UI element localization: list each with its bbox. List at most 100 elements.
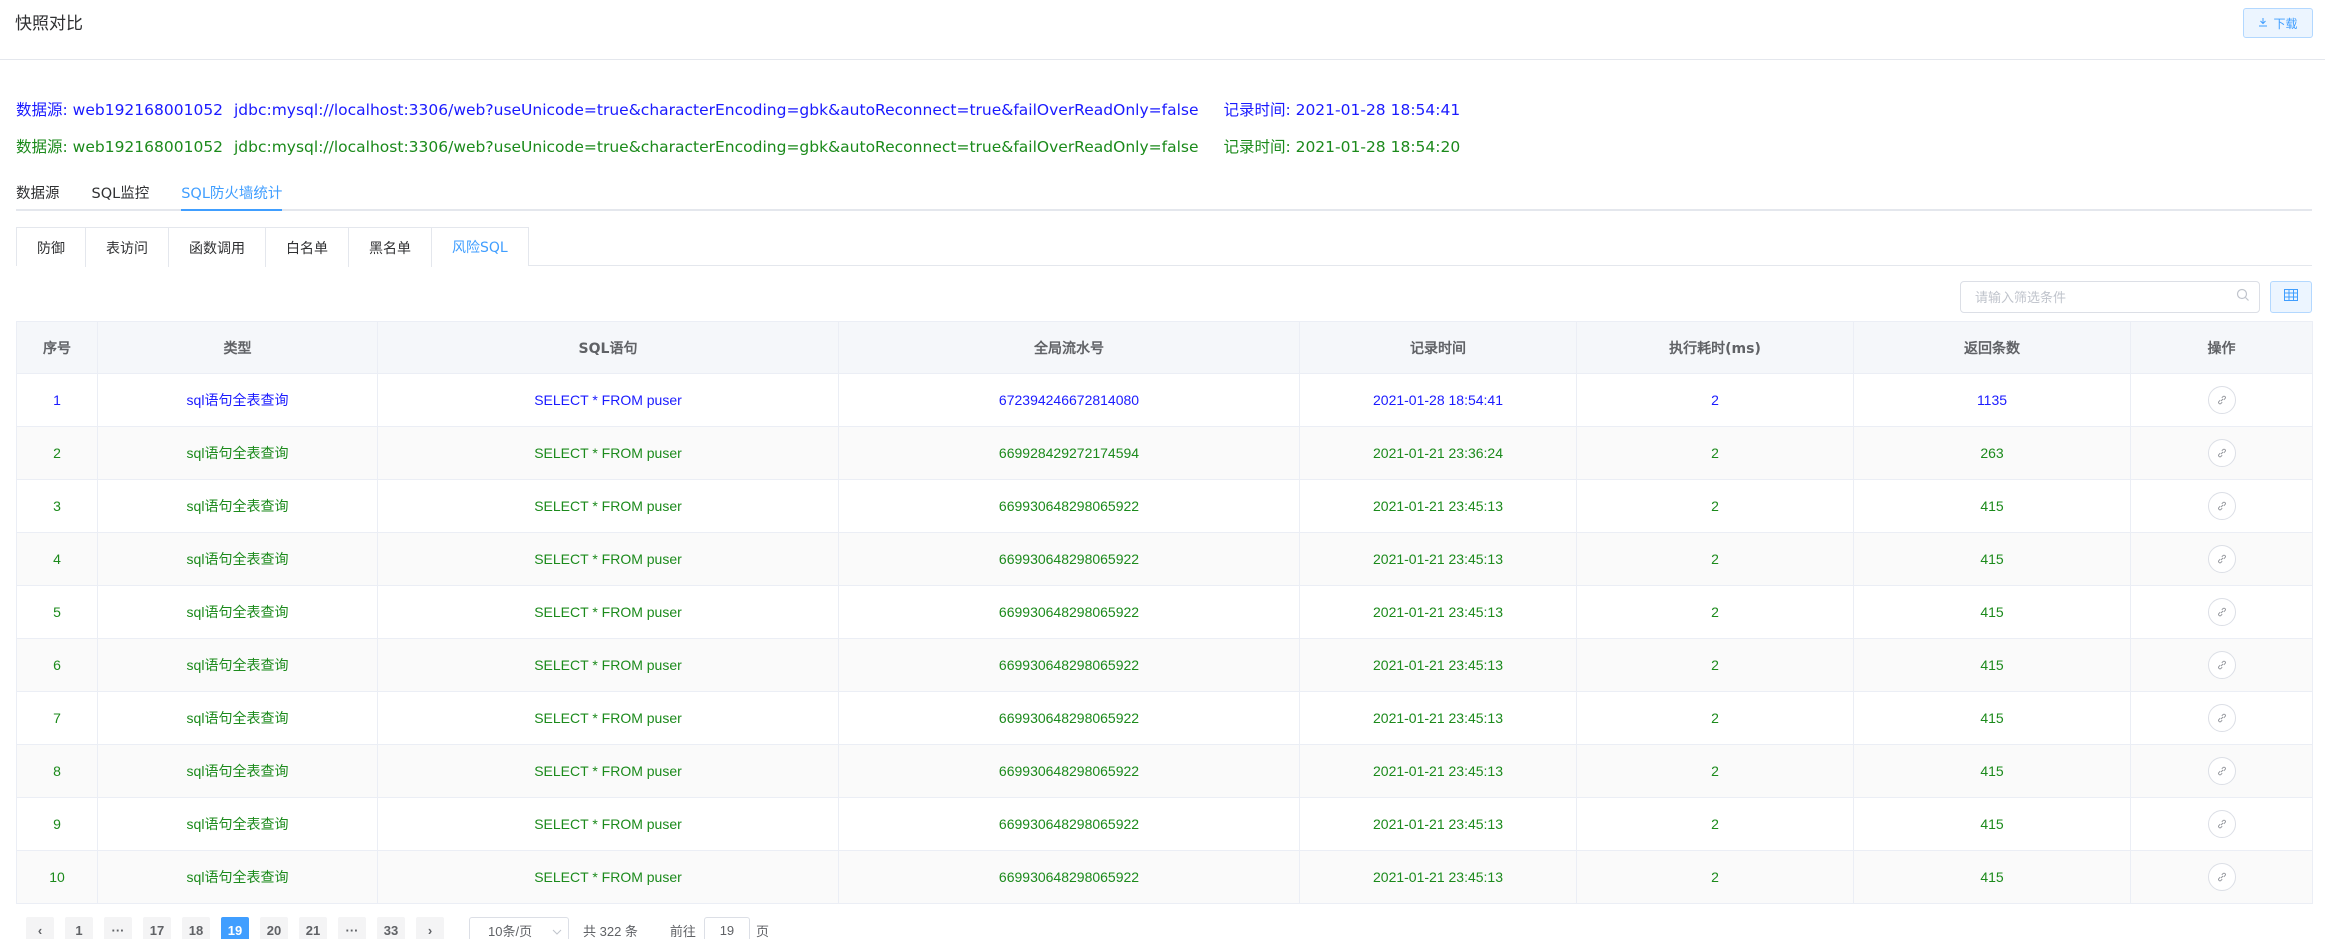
- link-button[interactable]: [2207, 704, 2236, 732]
- row-duration: 2: [1576, 744, 1854, 798]
- row-time: 2021-01-21 23:45:13: [1299, 797, 1577, 851]
- link-button[interactable]: [2207, 810, 2236, 838]
- subtab-function-call[interactable]: 函数调用: [169, 228, 266, 267]
- row-serial: 669930648298065922: [838, 850, 1300, 904]
- pagination: ‹ 1 ··· 17 18 19 20 21 ··· 33 › 10条/页 共 …: [26, 917, 769, 939]
- subtab-blacklist[interactable]: 黑名单: [349, 228, 432, 267]
- page-ellipsis[interactable]: ···: [104, 917, 132, 939]
- row-sql: SELECT * FROM puser: [377, 744, 839, 798]
- link-button[interactable]: [2207, 651, 2236, 679]
- row-time: 2021-01-21 23:45:13: [1299, 479, 1577, 533]
- row-actions: [2130, 638, 2313, 692]
- download-button[interactable]: 下载: [2243, 8, 2313, 38]
- row-type: sql语句全表查询: [97, 850, 378, 904]
- row-serial: 669930648298065922: [838, 691, 1300, 745]
- page-button[interactable]: 33: [377, 917, 405, 939]
- datasource-url: jdbc:mysql://localhost:3306/web?useUnico…: [233, 138, 1199, 156]
- column-header[interactable]: 记录时间: [1299, 321, 1577, 374]
- link-icon: [2217, 392, 2227, 408]
- chevron-down-icon: [552, 923, 562, 938]
- row-index: 9: [16, 797, 98, 851]
- record-time: 记录时间: 2021-01-28 18:54:41: [1223, 101, 1461, 119]
- row-index: 5: [16, 585, 98, 639]
- row-index: 4: [16, 532, 98, 586]
- column-header[interactable]: 执行耗时(ms): [1576, 321, 1854, 374]
- link-icon: [2217, 816, 2227, 832]
- page-ellipsis[interactable]: ···: [338, 917, 366, 939]
- page-button[interactable]: 18: [182, 917, 210, 939]
- link-icon: [2217, 763, 2227, 779]
- subtab-whitelist[interactable]: 白名单: [266, 228, 349, 267]
- row-type: sql语句全表查询: [97, 373, 378, 427]
- table-row: 5 sql语句全表查询 SELECT * FROM puser 66993064829…: [16, 585, 2313, 639]
- tab-datasource[interactable]: 数据源: [16, 176, 60, 211]
- search-icon: [2236, 288, 2252, 304]
- link-button[interactable]: [2207, 598, 2236, 626]
- download-icon: [2258, 16, 2268, 30]
- page-size-select[interactable]: 10条/页: [469, 917, 569, 939]
- column-header[interactable]: SQL语句: [377, 321, 839, 374]
- page-button[interactable]: 1: [65, 917, 93, 939]
- row-index: 3: [16, 479, 98, 533]
- row-serial: 669930648298065922: [838, 585, 1300, 639]
- tab-sql-monitor[interactable]: SQL监控: [92, 176, 150, 211]
- datasource-prefix: 数据源: web192168001052: [16, 101, 224, 119]
- prev-page-button[interactable]: ‹: [26, 917, 54, 939]
- link-button[interactable]: [2207, 863, 2236, 891]
- next-page-button[interactable]: ›: [416, 917, 444, 939]
- row-time: 2021-01-21 23:45:13: [1299, 744, 1577, 798]
- page-button[interactable]: 17: [143, 917, 171, 939]
- row-serial: 672394246672814080: [838, 373, 1300, 427]
- goto-label: 前往: [669, 923, 696, 939]
- column-header[interactable]: 类型: [97, 321, 378, 374]
- row-serial: 669930648298065922: [838, 479, 1300, 533]
- risk-sql-table: 序号 类型 SQL语句 全局流水号 记录时间 执行耗时(ms) 返回条数 操作 …: [16, 321, 2313, 904]
- search-input[interactable]: [1960, 281, 2260, 313]
- row-time: 2021-01-21 23:45:13: [1299, 585, 1577, 639]
- sub-tabs: 防御 表访问 函数调用 白名单 黑名单 风险SQL: [16, 227, 2312, 267]
- record-time: 记录时间: 2021-01-28 18:54:20: [1223, 138, 1461, 156]
- row-sql: SELECT * FROM puser: [377, 691, 839, 745]
- link-button[interactable]: [2207, 386, 2236, 414]
- column-header[interactable]: 序号: [16, 321, 98, 374]
- link-icon: [2217, 498, 2227, 514]
- subtab-table-access[interactable]: 表访问: [86, 228, 169, 267]
- link-button[interactable]: [2207, 492, 2236, 520]
- subtab-risk-sql[interactable]: 风险SQL: [432, 228, 528, 267]
- goto-page-input[interactable]: [703, 917, 750, 939]
- row-actions: [2130, 426, 2313, 480]
- row-count: 263: [1853, 426, 2131, 480]
- page-button[interactable]: 21: [299, 917, 327, 939]
- column-header[interactable]: 返回条数: [1853, 321, 2131, 374]
- tab-sql-firewall[interactable]: SQL防火墙统计: [181, 176, 283, 211]
- row-count: 415: [1853, 744, 2131, 798]
- row-index: 7: [16, 691, 98, 745]
- subtab-defense[interactable]: 防御: [17, 228, 86, 267]
- row-time: 2021-01-21 23:36:24: [1299, 426, 1577, 480]
- row-serial: 669930648298065922: [838, 744, 1300, 798]
- page-header: 快照对比 下载: [0, 0, 2325, 60]
- row-type: sql语句全表查询: [97, 426, 378, 480]
- row-actions: [2130, 479, 2313, 533]
- row-duration: 2: [1576, 797, 1854, 851]
- link-button[interactable]: [2207, 757, 2236, 785]
- page-size-value: 10条/页: [488, 923, 533, 939]
- link-button[interactable]: [2207, 545, 2236, 573]
- table-row: 6 sql语句全表查询 SELECT * FROM puser 66993064829…: [16, 638, 2313, 692]
- row-sql: SELECT * FROM puser: [377, 479, 839, 533]
- page-button[interactable]: 20: [260, 917, 288, 939]
- link-button[interactable]: [2207, 439, 2236, 467]
- column-header[interactable]: 全局流水号: [838, 321, 1300, 374]
- link-icon: [2217, 869, 2227, 885]
- row-count: 415: [1853, 638, 2131, 692]
- row-duration: 2: [1576, 373, 1854, 427]
- table-header-row: 序号 类型 SQL语句 全局流水号 记录时间 执行耗时(ms) 返回条数 操作: [16, 321, 2313, 374]
- download-label: 下载: [2273, 16, 2298, 31]
- row-sql: SELECT * FROM puser: [377, 638, 839, 692]
- row-duration: 2: [1576, 479, 1854, 533]
- column-header[interactable]: 操作: [2130, 321, 2313, 374]
- page-button-current[interactable]: 19: [221, 917, 249, 939]
- row-serial: 669930648298065922: [838, 532, 1300, 586]
- row-index: 6: [16, 638, 98, 692]
- grid-view-button[interactable]: [2270, 281, 2312, 313]
